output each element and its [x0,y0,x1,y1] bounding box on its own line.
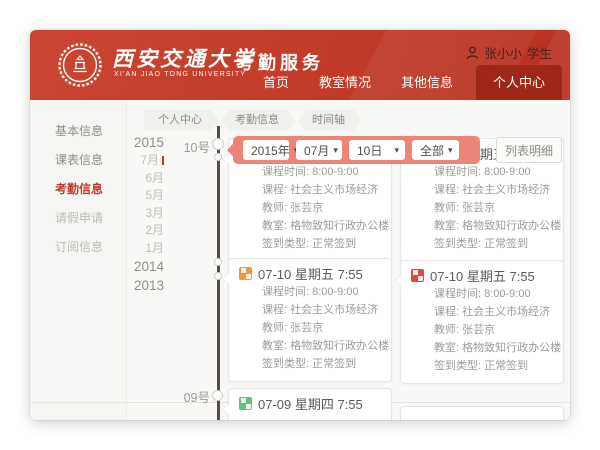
card-field: 课程时间: 8:00-9:00 [434,285,553,303]
filter-dropdown[interactable]: 10日 ▾ [349,140,405,160]
timeline-node [214,153,222,161]
filter-dropdown-value: 07月 [304,142,329,159]
content-area: 基本信息 课表信息 考勤信息 请假申请 订阅信息 个人中心 考勤信息 时间轴 [30,100,570,420]
timeline-node [214,272,222,280]
card-field: 教师: 张芸京 [262,199,381,217]
header-banner: 西安交通大学 XI'AN JIAO TONG UNIVERSITY 考勤服务 张… [30,30,570,100]
status-badge-icon [239,397,252,410]
card-date: 07-09 星期四 7:55 [258,394,363,413]
main-nav: 首页 教室情况 其他信息 个人中心 [248,65,562,100]
breadcrumb: 个人中心 考勤信息 时间轴 [144,110,364,131]
filter-dropdown[interactable]: 2015年 ▾ [243,140,289,160]
timeline-scale-item[interactable]: 3月 [80,205,164,223]
timeline-node [214,258,222,266]
card-field: 签到类型: 正常签到 [434,357,553,375]
status-badge-icon [411,269,424,282]
filter-dropdown-value: 10日 [357,142,382,159]
timeline-scale-item[interactable]: 2013 [80,276,164,295]
attendance-card[interactable]: 07-09 星期四 7:55 [228,388,392,420]
filter-dropdown[interactable]: 全部 ▾ [412,140,459,160]
status-badge-icon [239,267,252,280]
card-field: 课程时间: 8:00-9:00 [262,283,381,301]
card-header: 07-09 星期四 7:55 [239,395,381,411]
university-name-cn: 西安交通大学 [112,43,256,73]
user-icon [466,46,479,60]
filter-dropdown[interactable]: 07月 ▾ [296,140,342,160]
card-header: 07-10 星期五 7:55 [239,265,381,281]
nav-item[interactable]: 个人中心 [476,65,562,100]
nav-item[interactable]: 首页 [248,72,304,100]
user-role: 学生 [527,43,552,62]
card-field: 课程: 社会主义市场经济 [434,303,553,321]
card-field: 课程时间: 8:00-9:00 [434,163,553,181]
card-field: 教师: 张芸京 [262,319,381,337]
card-field: 教师: 张芸京 [434,321,553,339]
chevron-down-icon: ▾ [394,145,399,156]
card-body: 课程时间: 8:00-9:00 课程: 社会主义市场经济 教师: 张芸京 教室:… [411,163,553,253]
chevron-down-icon: ▾ [448,145,453,156]
attendance-card[interactable]: 07-10 星期五 7:55 课程时间: 8:00-9:00 课程: 社会主义市… [400,260,564,384]
card-field: 课程时间: 8:00-9:00 [262,163,381,181]
day-marker-bottom: 09号 [158,387,210,406]
card-field: 签到类型: 正常签到 [262,355,381,373]
university-name-en: XI'AN JIAO TONG UNIVERSITY [114,71,246,78]
timeline-scale-item[interactable]: 6月 [80,170,164,188]
card-header: 07-10 星期五 7:55 [411,267,553,283]
card-field: 签到类型: 正常签到 [434,235,553,253]
day-marker-top: 10号 [158,137,210,156]
list-detail-button[interactable]: 列表明细 [496,137,562,163]
breadcrumb-item[interactable]: 个人中心 [144,110,219,131]
timeline-scale-item[interactable]: 5月 [80,187,164,205]
card-body: 课程时间: 8:00-9:00 课程: 社会主义市场经济 教师: 张芸京 教室:… [239,163,381,253]
breadcrumb-item[interactable]: 时间轴 [298,110,362,131]
card-field: 课程: 社会主义市场经济 [262,181,381,199]
card-field: 教室: 格物致知行政办公楼 [262,217,381,235]
app-window: 西安交通大学 XI'AN JIAO TONG UNIVERSITY 考勤服务 张… [30,30,570,420]
nav-item[interactable]: 其他信息 [386,72,468,100]
card-field: 教师: 张芸京 [434,199,553,217]
card-field: 教室: 格物致知行政办公楼 [262,337,381,355]
timeline-scale-item[interactable]: 7月 [80,152,164,170]
user-name: 张小小 [484,43,522,62]
attendance-card[interactable] [400,406,564,420]
card-date: 07-10 星期五 7:55 [258,264,363,283]
card-body: 课程时间: 8:00-9:00 课程: 社会主义市场经济 教师: 张芸京 教室:… [239,283,381,373]
user-account[interactable]: 张小小 学生 [466,43,552,62]
timeline-scale-item[interactable]: 2014 [80,257,164,276]
chevron-down-icon: ▾ [333,145,338,156]
timeline-node [212,390,223,401]
attendance-card[interactable]: 07-10 星期五 7:55 课程时间: 8:00-9:00 课程: 社会主义市… [228,258,392,382]
timeline-scale-item[interactable]: 2月 [80,222,164,240]
card-date: 07-10 星期五 7:55 [430,266,535,285]
card-field: 教室: 格物致知行政办公楼 [434,217,553,235]
filter-dropdown-value: 全部 [420,142,444,159]
card-header [411,413,553,420]
card-field: 签到类型: 正常签到 [262,235,381,253]
timeline-scale-item[interactable]: 2015 [80,133,164,152]
nav-item[interactable]: 教室情况 [304,72,386,100]
filter-dropdown-value: 2015年 [251,142,290,159]
card-body: 课程时间: 8:00-9:00 课程: 社会主义市场经济 教师: 张芸京 教室:… [411,285,553,375]
university-logo-icon [57,42,103,88]
timeline-scale: 2015 7月 6月 5月 3月 2月 1月 2014 2013 [80,133,164,295]
timeline-scale-item[interactable]: 1月 [80,240,164,258]
card-field: 教室: 格物致知行政办公楼 [434,339,553,357]
timeline-node [212,138,224,150]
breadcrumb-item[interactable]: 考勤信息 [221,110,296,131]
card-field: 课程: 社会主义市场经济 [262,301,381,319]
filter-bar: 2015年 ▾ 07月 ▾ 10日 ▾ 全部 ▾ [233,136,480,164]
card-field: 课程: 社会主义市场经济 [434,181,553,199]
